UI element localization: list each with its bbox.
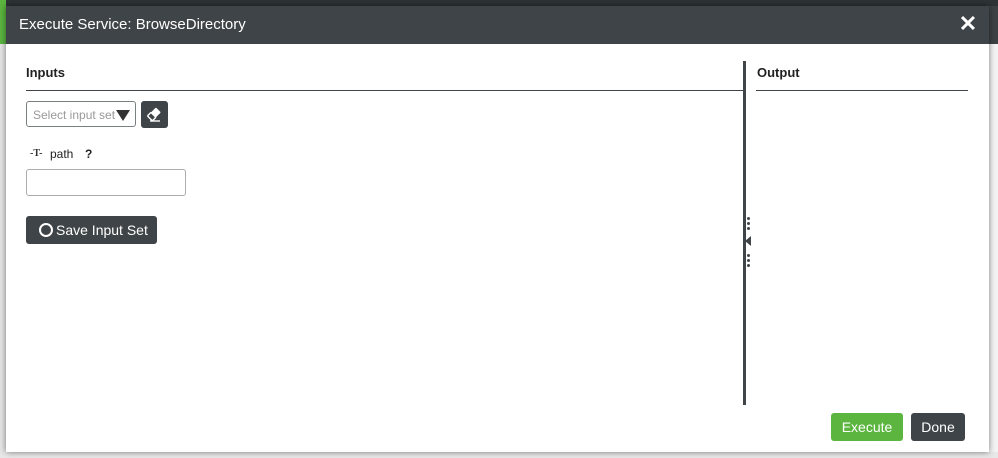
collapse-left-icon[interactable] [745, 236, 751, 246]
save-input-set-label: Save Input Set [56, 222, 148, 238]
chevron-down-icon [116, 110, 130, 121]
pane-splitter[interactable] [743, 61, 746, 405]
output-divider [756, 90, 968, 91]
background-right-edge [989, 44, 998, 458]
parameter-path-label: path [50, 147, 74, 161]
execute-button[interactable]: Execute [831, 413, 903, 441]
input-set-select-placeholder: Select input set [33, 108, 116, 122]
splitter-grip-top [747, 217, 750, 232]
clear-input-set-button[interactable] [141, 101, 168, 128]
path-input[interactable] [26, 169, 186, 196]
background-bottom-edge [0, 452, 998, 458]
done-button[interactable]: Done [911, 413, 965, 441]
inputs-divider [26, 90, 744, 91]
output-heading: Output [757, 65, 800, 80]
string-type-icon: -T- [30, 148, 43, 159]
save-input-set-button[interactable]: Save Input Set [26, 216, 157, 244]
execute-service-dialog: Execute Service: BrowseDirectory ✕ Input… [6, 6, 989, 452]
help-icon[interactable]: ? [85, 147, 92, 161]
dialog-header: Execute Service: BrowseDirectory ✕ [6, 6, 989, 44]
splitter-grip-bottom [747, 254, 750, 269]
input-set-select[interactable]: Select input set [26, 101, 136, 127]
close-icon[interactable]: ✕ [957, 13, 979, 35]
eraser-icon [147, 107, 161, 122]
dialog-title: Execute Service: BrowseDirectory [19, 16, 246, 33]
inputs-heading: Inputs [26, 65, 65, 80]
circle-icon [39, 223, 53, 237]
